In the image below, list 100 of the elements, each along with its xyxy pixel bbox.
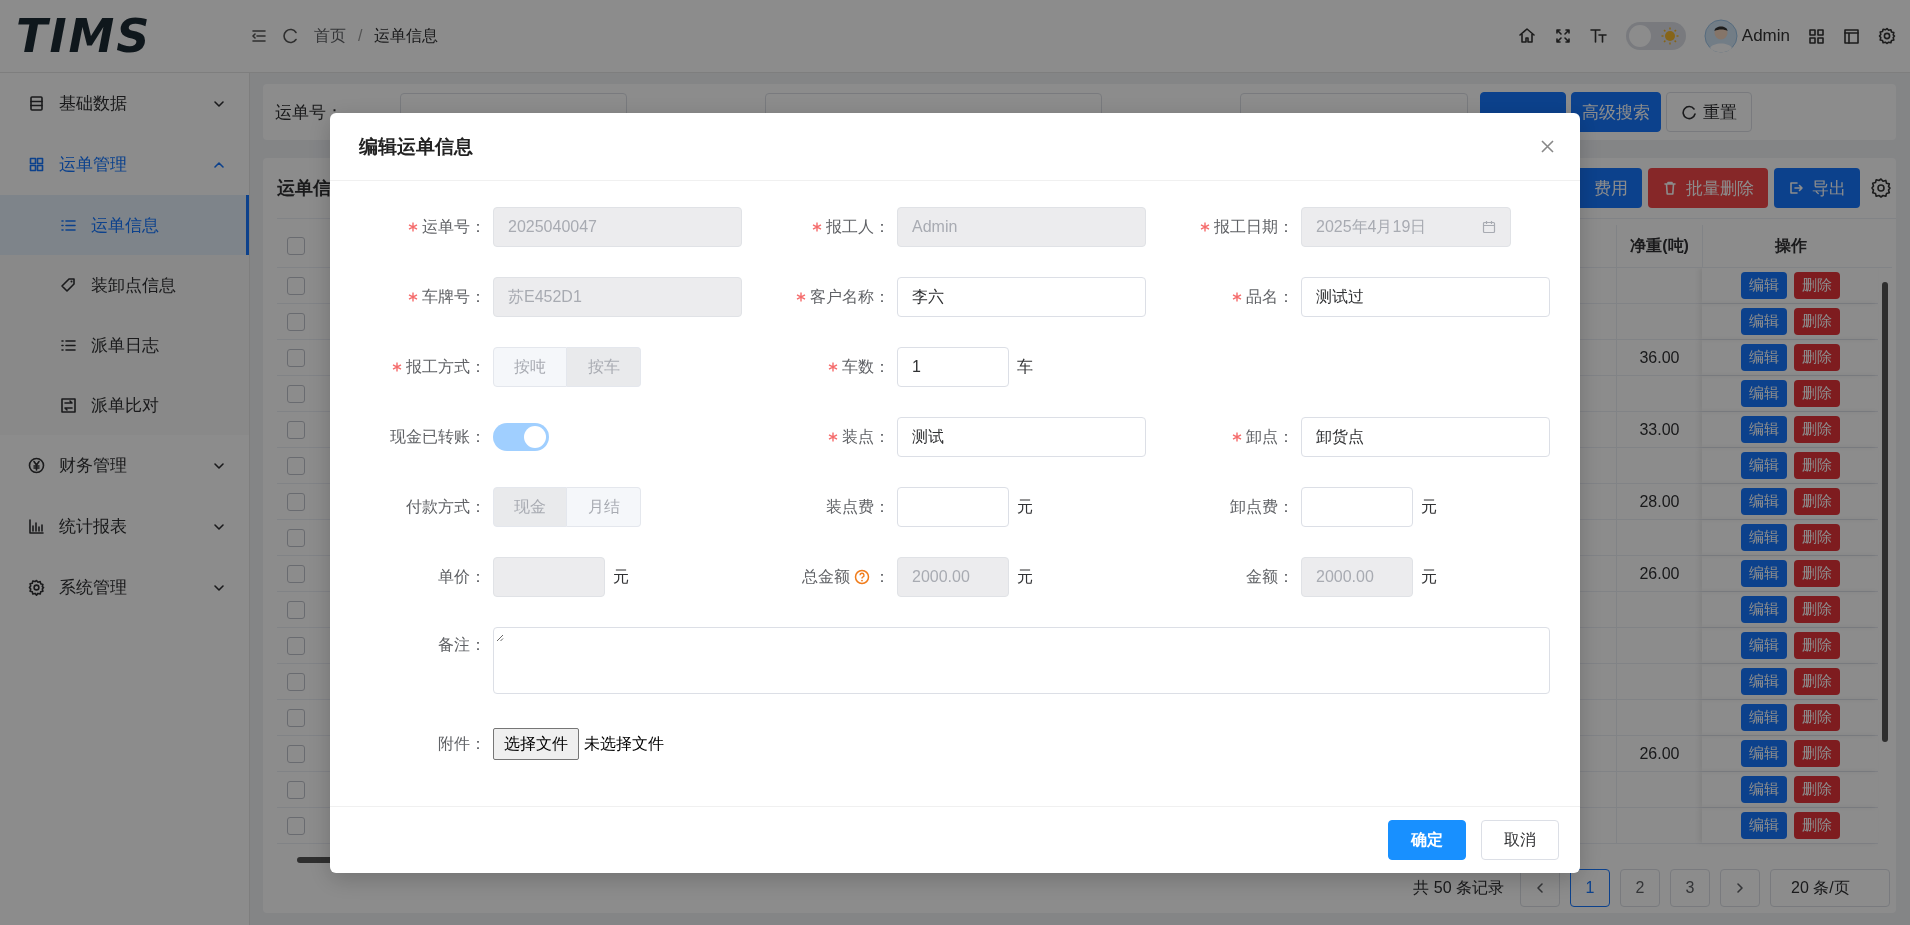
menu-label: 装卸点信息 [91,274,176,297]
next-page-button[interactable] [1720,869,1760,907]
cancel-button[interactable]: 取消 [1481,820,1559,860]
checkbox[interactable] [287,780,305,799]
input-field[interactable]: 卸货点 [1301,417,1550,457]
menu-item[interactable]: 派单比对 [0,375,249,435]
close-icon[interactable] [1539,138,1556,155]
delete-button[interactable]: 删除 [1793,524,1840,551]
checkbox[interactable] [287,276,305,295]
menu-group[interactable]: 统计报表 [0,496,249,557]
edit-button[interactable]: 编辑 [1740,452,1787,479]
menu-group[interactable]: 财务管理 [0,435,249,496]
edit-button[interactable]: 编辑 [1740,272,1787,299]
edit-button[interactable]: 编辑 [1740,344,1787,371]
refresh-icon[interactable] [282,27,300,45]
checkbox[interactable] [287,672,305,691]
checkbox[interactable] [287,384,305,403]
confirm-button[interactable]: 确定 [1388,820,1466,860]
theme-toggle[interactable] [1625,22,1686,50]
menu-item[interactable]: 装卸点信息 [0,255,249,315]
advanced-search-button[interactable]: 高级搜索 [1571,92,1661,132]
checkbox[interactable] [287,816,305,835]
delete-button[interactable]: 删除 [1793,704,1840,731]
checkbox[interactable] [287,636,305,655]
checkbox[interactable] [287,564,305,583]
delete-button[interactable]: 删除 [1793,308,1840,335]
edit-button[interactable]: 编辑 [1740,740,1787,767]
checkbox[interactable] [287,312,305,331]
edit-button[interactable]: 编辑 [1740,632,1787,659]
input-field[interactable]: 测试过 [1301,277,1550,317]
edit-button[interactable]: 编辑 [1740,812,1787,839]
checkbox[interactable] [287,708,305,727]
delete-button[interactable]: 删除 [1793,776,1840,803]
checkbox[interactable] [287,420,305,439]
edit-button[interactable]: 编辑 [1740,380,1787,407]
checkbox[interactable] [287,237,305,255]
delete-button[interactable]: 删除 [1793,344,1840,371]
remark-field[interactable] [493,627,1550,694]
delete-button[interactable]: 删除 [1793,740,1840,767]
delete-button[interactable]: 删除 [1793,668,1840,695]
input-field[interactable]: 李六 [897,277,1146,317]
checkbox[interactable] [287,456,305,475]
delete-button[interactable]: 删除 [1793,380,1840,407]
delete-button[interactable]: 删除 [1793,488,1840,515]
page-button[interactable]: 3 [1670,869,1710,907]
collapse-menu-icon[interactable] [250,27,268,45]
input-field[interactable] [897,487,1009,527]
checkbox[interactable] [287,600,305,619]
delete-button[interactable]: 删除 [1793,596,1840,623]
batch-delete-button[interactable]: 批量删除 [1648,168,1768,208]
delete-button[interactable]: 删除 [1793,272,1840,299]
font-size-icon[interactable] [1589,27,1608,45]
edit-button[interactable]: 编辑 [1740,308,1787,335]
edit-button[interactable]: 编辑 [1740,560,1787,587]
edit-button[interactable]: 编辑 [1740,416,1787,443]
reset-button[interactable]: 重置 [1666,92,1752,132]
menu-group[interactable]: 运单管理 [0,134,249,195]
input-field: Admin [897,207,1146,247]
settings-icon[interactable] [1870,177,1892,199]
menu-item[interactable]: 派单日志 [0,315,249,375]
page-size-select[interactable]: 20 条/页 [1770,869,1890,907]
file-status: 未选择文件 [584,733,664,754]
field-label: 报工日期： [1214,216,1294,237]
delete-button[interactable]: 删除 [1793,812,1840,839]
delete-button[interactable]: 删除 [1793,452,1840,479]
fullscreen-icon[interactable] [1553,27,1572,45]
menu-item[interactable]: 运单信息 [0,195,249,255]
user-name[interactable]: Admin [1741,26,1790,46]
checkbox[interactable] [287,528,305,547]
home-icon[interactable] [1517,27,1536,45]
layout-icon[interactable] [1843,27,1860,45]
edit-button[interactable]: 编辑 [1740,776,1787,803]
avatar[interactable] [1703,19,1738,53]
settings-icon[interactable] [1878,27,1896,45]
page-button[interactable]: 2 [1620,869,1660,907]
checkbox[interactable] [287,492,305,511]
menu-group[interactable]: 系统管理 [0,557,249,618]
delete-button[interactable]: 删除 [1793,416,1840,443]
edit-button[interactable]: 编辑 [1740,668,1787,695]
toggle-switch[interactable] [493,423,549,451]
breadcrumb-item[interactable]: 首页 [314,25,346,47]
menu-label: 统计报表 [59,516,128,538]
delete-button[interactable]: 删除 [1793,560,1840,587]
menu-label: 系统管理 [59,577,128,599]
delete-button[interactable]: 删除 [1793,632,1840,659]
menu-group[interactable]: 基础数据 [0,73,249,134]
vertical-scrollbar[interactable] [1882,282,1888,742]
input-field[interactable]: 测试 [897,417,1146,457]
edit-button[interactable]: 编辑 [1740,488,1787,515]
edit-button[interactable]: 编辑 [1740,524,1787,551]
input-field[interactable] [1301,487,1413,527]
grid-icon[interactable] [1808,27,1825,45]
input-field[interactable]: 1 [897,347,1009,387]
export-button[interactable]: 导出 [1774,168,1860,208]
edit-button[interactable]: 编辑 [1740,596,1787,623]
choose-file-button[interactable]: 选择文件 [493,728,579,760]
checkbox[interactable] [287,348,305,367]
checkbox[interactable] [287,744,305,763]
edit-button[interactable]: 编辑 [1740,704,1787,731]
input-field: 苏E452D1 [493,277,742,317]
